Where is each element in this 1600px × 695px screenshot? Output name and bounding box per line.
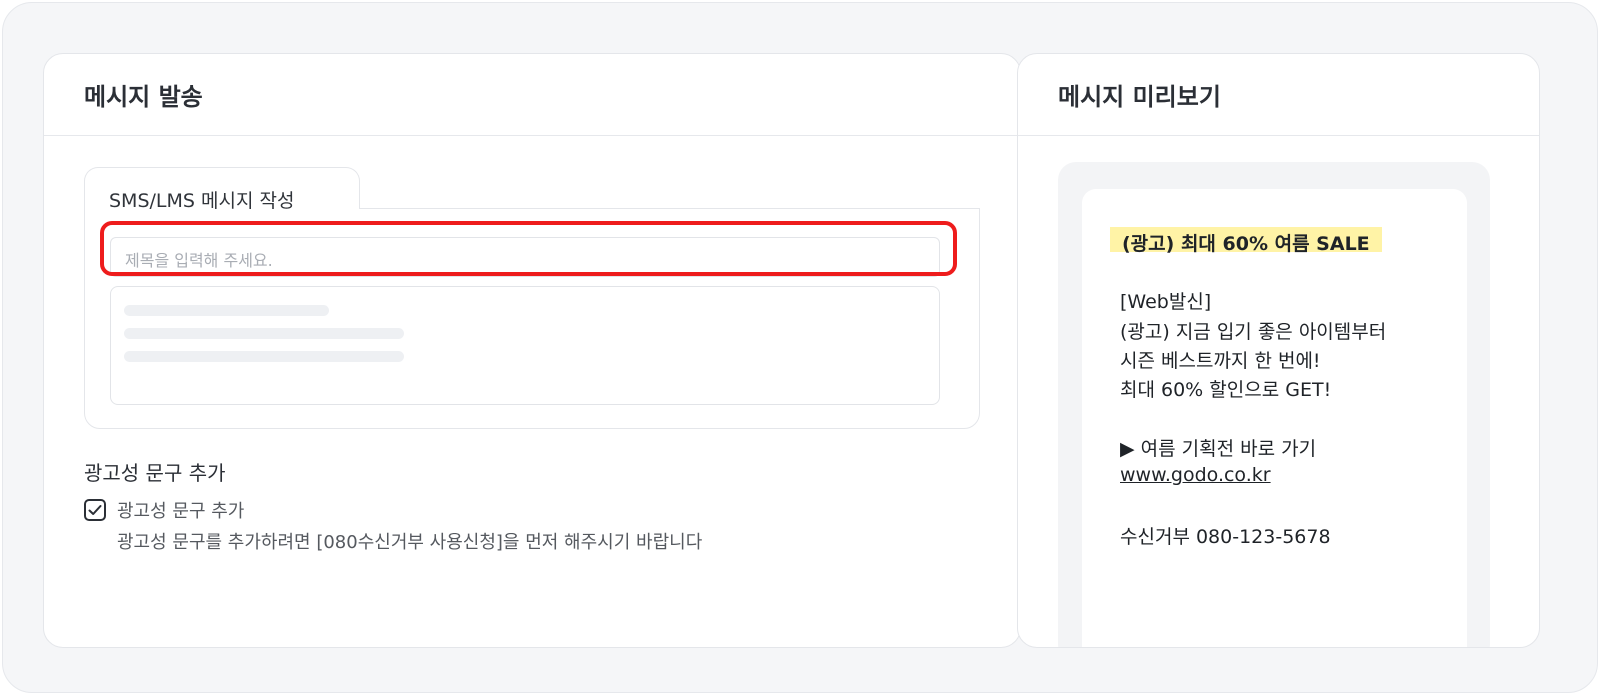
preview-headline: (광고) 최대 60% 여름 SALE bbox=[1110, 227, 1382, 255]
message-send-panel: 메시지 발송 SMS/LMS 메시지 작성 제목을 입력해 주세요. 광고성 문… bbox=[43, 53, 1021, 648]
ad-checkbox[interactable] bbox=[84, 499, 106, 521]
phone-screen: (광고) 최대 60% 여름 SALE [Web발신] (광고) 지금 입기 좋… bbox=[1082, 189, 1467, 647]
preview-link[interactable]: www.godo.co.kr bbox=[1120, 464, 1271, 486]
ad-description: 광고성 문구를 추가하려면 [080수신거부 사용신청]을 먼저 해주시기 바랍… bbox=[117, 532, 703, 553]
compose-tab-body: 제목을 입력해 주세요. bbox=[84, 208, 980, 429]
skeleton-line bbox=[124, 305, 329, 316]
preview-line: 최대 60% 할인으로 GET! bbox=[1120, 379, 1332, 401]
skeleton-line bbox=[124, 328, 404, 339]
preview-line: [Web발신] bbox=[1120, 291, 1212, 313]
preview-line: (광고) 지금 입기 좋은 아이템부터 bbox=[1120, 321, 1387, 343]
send-panel-title: 메시지 발송 bbox=[44, 54, 1020, 136]
preview-line: 시즌 베스트까지 한 번에! bbox=[1120, 350, 1321, 372]
ad-section-title: 광고성 문구 추가 bbox=[84, 461, 226, 485]
title-input[interactable]: 제목을 입력해 주세요. bbox=[110, 237, 940, 277]
preview-line: ▶ 여름 기획전 바로 가기 bbox=[1120, 438, 1317, 460]
preview-panel-title: 메시지 미리보기 bbox=[1018, 54, 1539, 136]
app-frame: 메시지 발송 SMS/LMS 메시지 작성 제목을 입력해 주세요. 광고성 문… bbox=[2, 2, 1598, 693]
tab-sms-lms[interactable]: SMS/LMS 메시지 작성 bbox=[84, 167, 360, 212]
skeleton-line bbox=[124, 351, 404, 362]
phone-preview: (광고) 최대 60% 여름 SALE [Web발신] (광고) 지금 입기 좋… bbox=[1058, 162, 1490, 647]
preview-reject-number: 수신거부 080-123-5678 bbox=[1120, 526, 1331, 548]
ad-checkbox-label[interactable]: 광고성 문구 추가 bbox=[117, 497, 244, 523]
message-preview-panel: 메시지 미리보기 (광고) 최대 60% 여름 SALE [Web발신] (광고… bbox=[1017, 53, 1540, 648]
compose-tab-container: SMS/LMS 메시지 작성 제목을 입력해 주세요. bbox=[84, 167, 980, 429]
message-body-input[interactable] bbox=[110, 286, 940, 405]
check-icon bbox=[88, 505, 102, 515]
